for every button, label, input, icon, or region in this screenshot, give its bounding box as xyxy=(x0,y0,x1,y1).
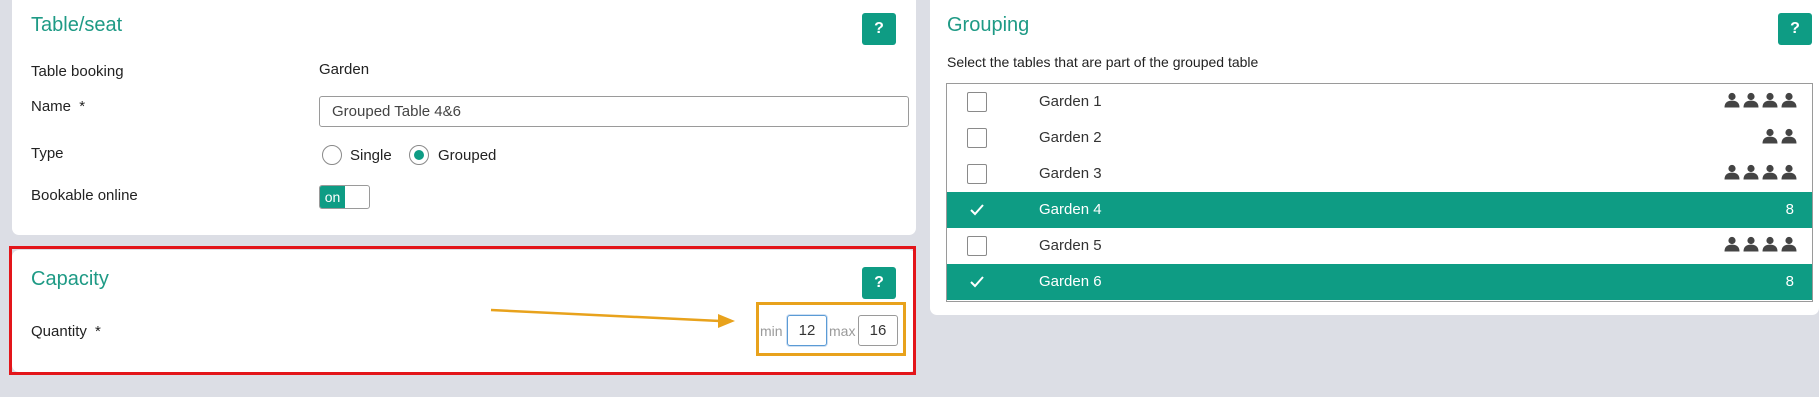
person-icon xyxy=(1742,164,1760,184)
table-list: Garden 1 Garden 2 Garden 3 Garden 4 8 Ga… xyxy=(946,83,1813,302)
table-booking-label: Table booking xyxy=(31,63,124,80)
table-name: Garden 5 xyxy=(1039,237,1102,254)
name-label: Name * xyxy=(31,98,85,115)
table-row[interactable]: Garden 2 xyxy=(947,120,1812,156)
name-input[interactable]: Grouped Table 4&6 xyxy=(319,96,909,127)
table-name: Garden 4 xyxy=(1039,201,1102,218)
person-icon xyxy=(1723,164,1741,184)
table-row-selected[interactable]: Garden 4 8 xyxy=(947,192,1812,228)
help-button[interactable]: ? xyxy=(1778,13,1812,45)
type-grouped-radio[interactable] xyxy=(409,145,429,165)
checkmark-icon[interactable] xyxy=(967,272,987,292)
type-label: Type xyxy=(31,145,64,162)
bookable-online-label: Bookable online xyxy=(31,187,138,204)
person-icon xyxy=(1723,92,1741,112)
toggle-on-label: on xyxy=(320,186,345,208)
person-icon xyxy=(1780,128,1798,148)
bookable-online-toggle[interactable]: on xyxy=(319,185,370,209)
table-seat-card: Table/seat ? Table booking Garden Name *… xyxy=(12,0,916,235)
name-label-text: Name xyxy=(31,98,72,115)
table-row[interactable]: Garden 3 xyxy=(947,156,1812,192)
table-row-selected[interactable]: Garden 6 8 xyxy=(947,264,1812,300)
row-checkbox[interactable] xyxy=(967,164,987,184)
row-checkbox[interactable] xyxy=(967,128,987,148)
person-icon xyxy=(1780,236,1798,256)
person-icon xyxy=(1742,236,1760,256)
row-checkbox[interactable] xyxy=(967,92,987,112)
table-row[interactable]: Garden 1 xyxy=(947,84,1812,120)
person-icon xyxy=(1723,236,1741,256)
required-marker: * xyxy=(79,98,86,115)
type-grouped-label[interactable]: Grouped xyxy=(438,147,496,164)
person-icon xyxy=(1761,128,1779,148)
table-name: Garden 3 xyxy=(1039,165,1102,182)
person-icon xyxy=(1761,236,1779,256)
type-single-radio[interactable] xyxy=(322,145,342,165)
table-capacity-count: 8 xyxy=(1785,273,1794,290)
capacity-people-icons xyxy=(1723,164,1798,184)
table-row[interactable]: Garden 5 xyxy=(947,228,1812,264)
table-name: Garden 1 xyxy=(1039,93,1102,110)
person-icon xyxy=(1780,164,1798,184)
capacity-people-icons xyxy=(1723,236,1798,256)
row-checkbox[interactable] xyxy=(967,236,987,256)
table-name: Garden 6 xyxy=(1039,273,1102,290)
person-icon xyxy=(1742,92,1760,112)
grouping-instruction: Select the tables that are part of the g… xyxy=(947,54,1259,70)
person-icon xyxy=(1761,92,1779,112)
person-icon xyxy=(1761,164,1779,184)
capacity-people-icons xyxy=(1723,92,1798,112)
card-title: Grouping xyxy=(947,14,1030,36)
table-booking-value: Garden xyxy=(319,61,370,78)
type-single-label[interactable]: Single xyxy=(350,147,392,164)
min-max-highlight-box xyxy=(756,302,906,356)
help-button[interactable]: ? xyxy=(862,13,896,45)
table-name: Garden 2 xyxy=(1039,129,1102,146)
capacity-people-icons xyxy=(1761,128,1798,148)
card-title: Table/seat xyxy=(31,14,123,36)
person-icon xyxy=(1780,92,1798,112)
checkmark-icon[interactable] xyxy=(967,200,987,220)
table-capacity-count: 8 xyxy=(1785,201,1794,218)
